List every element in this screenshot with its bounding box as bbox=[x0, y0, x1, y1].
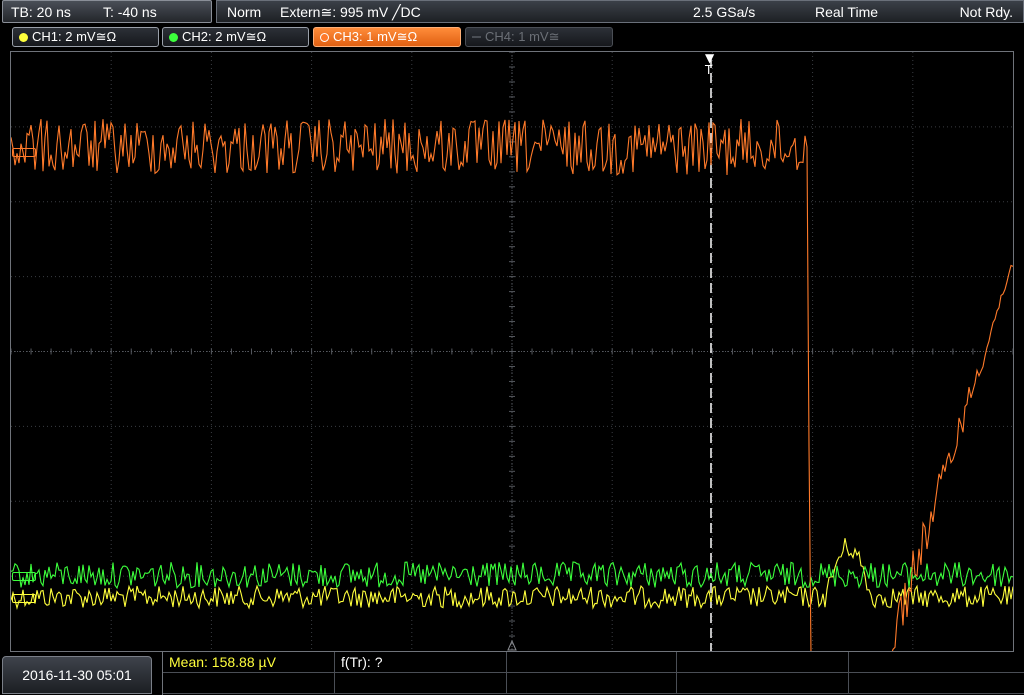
measurement-mean[interactable]: Mean: 158.88 µV bbox=[163, 652, 335, 673]
acquisition-mode: Real Time bbox=[815, 4, 879, 20]
waveform-display[interactable] bbox=[10, 51, 1014, 652]
channel-2-tab[interactable]: CH2: 2 mV≅Ω bbox=[162, 27, 309, 47]
channel-3-label: CH3: 1 mV≅Ω bbox=[333, 29, 418, 44]
measurement-slot-4[interactable] bbox=[677, 652, 849, 673]
timebase-box[interactable]: TB: 20 ns T: -40 ns bbox=[2, 0, 212, 23]
channel-4-tab[interactable]: CH4: 1 mV≅ bbox=[465, 27, 613, 47]
measurement-slot-7[interactable] bbox=[335, 673, 507, 694]
measurement-slot-6[interactable] bbox=[163, 673, 335, 694]
trigger-source: Extern≅: 995 mV ╱DC bbox=[280, 4, 421, 20]
measurement-slot-5[interactable] bbox=[849, 652, 1024, 673]
channel-2-label: CH2: 2 mV≅Ω bbox=[182, 29, 267, 44]
timebase-label: TB: 20 ns bbox=[11, 4, 71, 20]
datetime-box: 2016-11-30 05:01 bbox=[2, 656, 152, 694]
acquisition-status[interactable]: Norm Extern≅: 995 mV ╱DC 2.5 GSa/s Real … bbox=[216, 0, 1024, 23]
trigger-position-label: T: -40 ns bbox=[103, 4, 157, 20]
measurement-slot-9[interactable] bbox=[677, 673, 849, 694]
measurement-table[interactable]: Mean: 158.88 µV f(Tr): ? bbox=[162, 652, 1024, 695]
channel-1-tab[interactable]: CH1: 2 mV≅Ω bbox=[12, 27, 159, 47]
waveform-canvas bbox=[11, 52, 1013, 651]
measurement-slot-8[interactable] bbox=[507, 673, 677, 694]
channel-1-offset-marker[interactable] bbox=[12, 594, 36, 603]
trigger-marker-icon[interactable]: ▼ T bbox=[705, 52, 714, 76]
measurement-slot-10[interactable] bbox=[849, 673, 1024, 694]
sample-rate: 2.5 GSa/s bbox=[693, 4, 756, 20]
channel-1-indicator-icon bbox=[19, 33, 28, 42]
channel-3-tab[interactable]: CH3: 1 mV≅Ω bbox=[313, 27, 461, 47]
measurement-ftr[interactable]: f(Tr): ? bbox=[335, 652, 507, 673]
channel-4-indicator-icon bbox=[472, 36, 481, 38]
measurement-slot-3[interactable] bbox=[507, 652, 677, 673]
channel-2-indicator-icon bbox=[169, 33, 178, 42]
acquisition-state: Not Rdy. bbox=[959, 4, 1013, 20]
channel-2-offset-marker[interactable] bbox=[12, 572, 36, 581]
trigger-mode: Norm bbox=[227, 4, 262, 20]
channel-3-indicator-icon bbox=[320, 33, 329, 42]
channel-3-offset-marker[interactable] bbox=[12, 148, 36, 157]
channel-1-label: CH1: 2 mV≅Ω bbox=[32, 29, 117, 44]
top-status-bar: TB: 20 ns T: -40 ns Norm Extern≅: 995 mV… bbox=[0, 0, 1024, 24]
datetime-label: 2016-11-30 05:01 bbox=[22, 667, 132, 683]
channel-4-label: CH4: 1 mV≅ bbox=[485, 29, 560, 44]
